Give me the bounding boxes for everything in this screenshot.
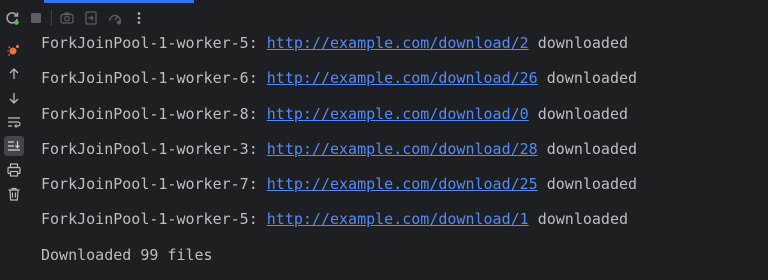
console-line: ForkJoinPool-1-worker-5: http://example.… xyxy=(41,30,761,65)
console-line: ForkJoinPool-1-worker-7: http://example.… xyxy=(41,171,761,206)
print-icon[interactable] xyxy=(4,160,24,180)
download-link[interactable]: http://example.com/download/25 xyxy=(267,175,538,193)
summary-line: Downloaded 99 files xyxy=(41,245,213,264)
console-line: ForkJoinPool-1-worker-5: http://example.… xyxy=(41,206,761,241)
status-text: downloaded xyxy=(537,175,638,194)
console-gutter xyxy=(0,36,28,280)
status-text: downloaded xyxy=(537,139,638,158)
console-output: ForkJoinPool-1-worker-5: http://example.… xyxy=(41,30,761,277)
download-link[interactable]: http://example.com/download/1 xyxy=(267,210,529,228)
rerun-icon[interactable] xyxy=(0,0,24,36)
run-tool-window: ForkJoinPool-1-worker-5: http://example.… xyxy=(0,0,768,280)
thread-name: ForkJoinPool-1-worker-7: xyxy=(41,175,267,194)
trash-icon[interactable] xyxy=(4,184,24,204)
arrow-up-icon[interactable] xyxy=(4,64,24,84)
debug-icon[interactable] xyxy=(4,40,24,60)
download-link[interactable]: http://example.com/download/28 xyxy=(267,140,538,158)
thread-name: ForkJoinPool-1-worker-5: xyxy=(41,34,267,52)
download-link[interactable]: http://example.com/download/0 xyxy=(267,105,529,123)
thread-name: ForkJoinPool-1-worker-5: xyxy=(41,210,267,229)
console-line: ForkJoinPool-1-worker-3: http://example.… xyxy=(41,136,761,171)
toolbar-separator xyxy=(51,10,52,26)
thread-name: ForkJoinPool-1-worker-8: xyxy=(41,104,267,123)
status-text: downloaded xyxy=(528,104,629,123)
status-text: downloaded xyxy=(537,69,638,88)
status-text: downloaded xyxy=(528,34,629,52)
soft-wrap-icon[interactable] xyxy=(4,112,24,132)
thread-name: ForkJoinPool-1-worker-6: xyxy=(41,69,267,88)
thread-name: ForkJoinPool-1-worker-3: xyxy=(41,139,267,158)
arrow-down-icon[interactable] xyxy=(4,88,24,108)
scroll-to-end-icon[interactable] xyxy=(4,136,24,156)
console-line: ForkJoinPool-1-worker-8: http://example.… xyxy=(41,101,761,136)
download-link[interactable]: http://example.com/download/26 xyxy=(267,69,538,87)
status-text: downloaded xyxy=(528,210,629,229)
download-link[interactable]: http://example.com/download/2 xyxy=(267,34,529,52)
console-line: ForkJoinPool-1-worker-6: http://example.… xyxy=(41,65,761,100)
